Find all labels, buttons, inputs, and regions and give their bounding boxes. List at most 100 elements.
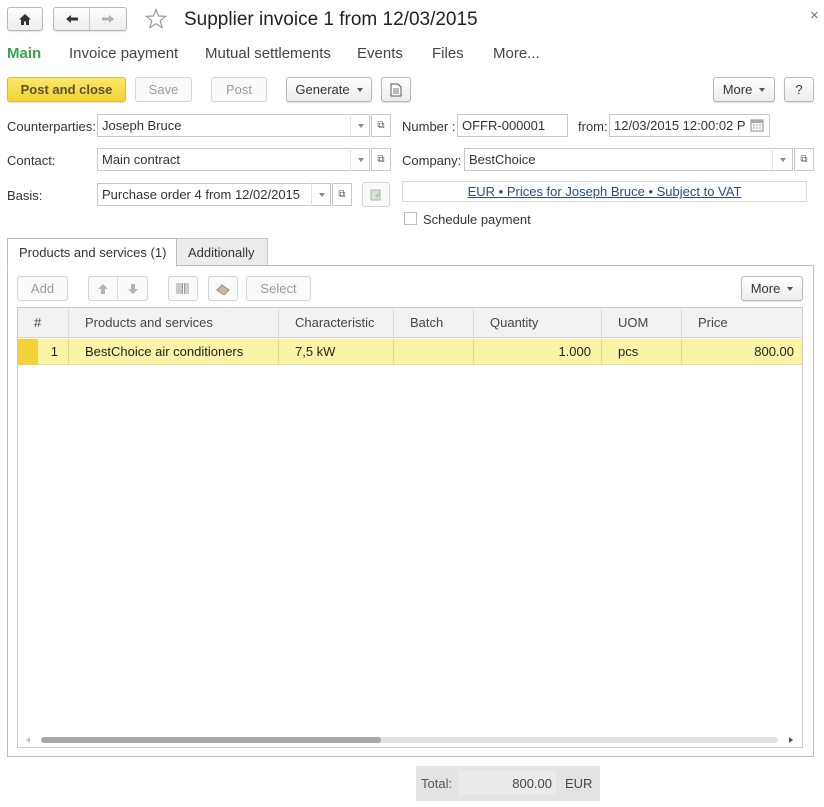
chevron-down-icon	[787, 286, 794, 291]
post-and-close-button[interactable]: Post and close	[7, 77, 126, 102]
tab-products-label: Products and services (1)	[19, 245, 167, 260]
contact-field[interactable]: Main contract	[97, 148, 370, 171]
discount-button[interactable]	[208, 276, 238, 301]
table-more-label: More	[750, 281, 781, 296]
counterparties-dropdown-icon[interactable]	[350, 114, 370, 137]
schedule-payment-checkbox[interactable]	[404, 212, 417, 225]
save-button[interactable]: Save	[135, 77, 192, 102]
cell-uom[interactable]: pcs	[602, 339, 682, 365]
document-icon	[390, 83, 402, 96]
arrow-left-icon	[65, 15, 78, 23]
company-field[interactable]: BestChoice	[464, 148, 793, 171]
total-currency: EUR	[565, 776, 593, 791]
column-header-products[interactable]: Products and services	[69, 308, 279, 338]
counterparties-label: Counterparties:	[7, 119, 96, 134]
number-field[interactable]: OFFR-000001	[457, 114, 568, 137]
nav-tab-more[interactable]: More...	[493, 45, 540, 62]
nav-tab-events[interactable]: Events	[357, 45, 403, 62]
contact-label: Contact:	[7, 153, 56, 168]
table-header: # Products and services Characteristic B…	[18, 308, 802, 338]
print-button[interactable]	[381, 77, 411, 102]
forward-button[interactable]	[90, 8, 126, 30]
contact-dropdown-icon[interactable]	[350, 148, 370, 171]
move-down-button[interactable]	[118, 277, 147, 300]
column-header-quantity[interactable]: Quantity	[474, 308, 602, 338]
chevron-down-icon	[759, 87, 766, 92]
back-forward-group	[53, 7, 127, 31]
cell-price[interactable]: 800.00	[682, 339, 802, 365]
chevron-down-icon	[356, 87, 363, 92]
contact-open-button[interactable]: ⧉	[371, 148, 391, 171]
nav-tab-invoice-payment[interactable]: Invoice payment	[69, 45, 178, 62]
home-button[interactable]	[7, 7, 43, 31]
counterparties-open-button[interactable]: ⧉	[371, 114, 391, 137]
company-label: Company:	[402, 153, 462, 168]
column-header-price[interactable]: Price	[682, 308, 802, 338]
counterparties-value: Joseph Bruce	[102, 118, 182, 133]
nav-tab-mutual-settlements[interactable]: Mutual settlements	[205, 45, 331, 62]
column-header-uom[interactable]: UOM	[602, 308, 682, 338]
scroll-right-icon[interactable]	[789, 737, 793, 743]
favorite-star-icon[interactable]	[144, 7, 168, 33]
select-button[interactable]: Select	[246, 276, 311, 301]
basis-label: Basis:	[7, 188, 43, 203]
tab-products-and-services[interactable]: Products and services (1)	[7, 238, 177, 267]
arrow-up-icon	[98, 283, 108, 294]
contact-value: Main contract	[102, 152, 181, 167]
tab-additionally[interactable]: Additionally	[177, 238, 268, 266]
column-header-batch[interactable]: Batch	[394, 308, 474, 338]
scroll-left-icon[interactable]	[26, 737, 30, 743]
company-value: BestChoice	[469, 152, 536, 167]
total-value-box: 800.00	[458, 771, 556, 795]
basis-field[interactable]: Purchase order 4 from 12/02/2015	[97, 183, 331, 206]
from-label: from:	[578, 119, 608, 134]
date-field[interactable]: 12/03/2015 12:00:02 P	[609, 114, 770, 137]
post-button[interactable]: Post	[211, 77, 267, 102]
barcode-button[interactable]	[168, 276, 198, 301]
arrow-right-icon	[102, 15, 114, 23]
cell-product[interactable]: BestChoice air conditioners	[69, 339, 279, 365]
company-dropdown-icon[interactable]	[772, 148, 792, 171]
column-header-number[interactable]: #	[18, 308, 69, 338]
totals-box: Total: 800.00 EUR	[416, 766, 600, 801]
window-title: Supplier invoice 1 from 12/03/2015	[184, 9, 478, 30]
arrow-down-icon	[127, 283, 138, 294]
add-button[interactable]: Add	[17, 276, 68, 301]
company-open-button[interactable]: ⧉	[794, 148, 814, 171]
eraser-icon	[216, 283, 230, 295]
back-button[interactable]	[54, 8, 91, 30]
schedule-payment-label[interactable]: Schedule payment	[423, 212, 531, 227]
products-panel: Add Select More # Products and services …	[7, 265, 814, 757]
total-label: Total:	[421, 776, 453, 791]
scrollbar-thumb[interactable]	[41, 737, 381, 743]
calendar-icon[interactable]	[750, 118, 764, 132]
basis-dropdown-icon[interactable]	[311, 183, 331, 206]
nav-tab-files[interactable]: Files	[432, 45, 464, 62]
more-actions-button[interactable]: More	[713, 77, 775, 102]
cell-quantity[interactable]: 1.000	[474, 339, 602, 365]
more-actions-label: More	[722, 82, 753, 97]
generate-button[interactable]: Generate	[286, 77, 372, 102]
cell-number: 1	[18, 339, 69, 365]
total-value: 800.00	[512, 776, 552, 791]
move-up-button[interactable]	[89, 277, 119, 300]
help-button[interactable]: ?	[784, 77, 814, 102]
column-header-characteristic[interactable]: Characteristic	[279, 308, 394, 338]
barcode-icon	[176, 283, 189, 294]
fill-document-icon	[370, 189, 381, 200]
fill-by-basis-button[interactable]	[362, 182, 390, 207]
nav-tab-main[interactable]: Main	[7, 45, 41, 62]
table-more-button[interactable]: More	[741, 276, 803, 301]
table-row[interactable]: 1 BestChoice air conditioners 7,5 kW 1.0…	[18, 339, 802, 365]
date-value: 12/03/2015 12:00:02 P	[614, 118, 746, 133]
close-icon[interactable]: ×	[810, 7, 819, 24]
cell-characteristic[interactable]: 7,5 kW	[279, 339, 394, 365]
prices-settings-link[interactable]: EUR • Prices for Joseph Bruce • Subject …	[468, 184, 742, 199]
move-buttons-group	[88, 276, 148, 301]
cell-batch[interactable]	[394, 339, 474, 365]
generate-button-label: Generate	[295, 82, 350, 97]
counterparties-field[interactable]: Joseph Bruce	[97, 114, 370, 137]
horizontal-scrollbar[interactable]	[18, 732, 802, 747]
basis-open-button[interactable]: ⧉	[332, 183, 352, 206]
home-icon	[19, 13, 31, 25]
